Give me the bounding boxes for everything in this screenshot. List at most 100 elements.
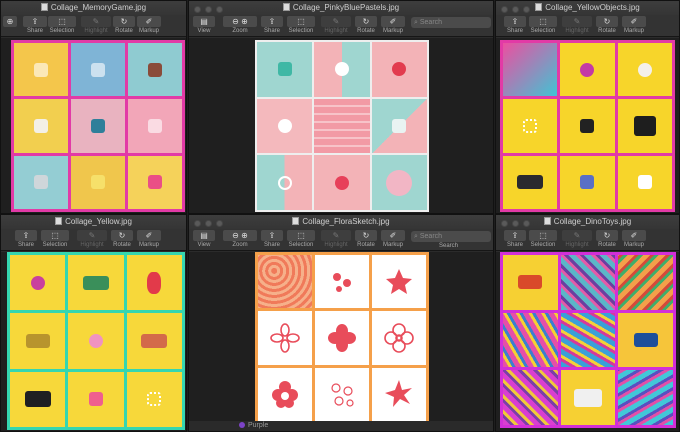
zoom-control[interactable]: ⊖ ⊕ Zoom bbox=[223, 230, 257, 248]
window-yellow: Collage_Yellow.jpg ⇪ Share ⬚ Selection ✎ Hi… bbox=[0, 214, 187, 432]
collage-tile bbox=[372, 311, 426, 365]
image-canvas bbox=[189, 252, 493, 431]
selection-button[interactable]: ⬚ Selection bbox=[287, 16, 315, 34]
rotate-button[interactable]: ↻ Rotate bbox=[596, 230, 618, 248]
minimize-button[interactable] bbox=[205, 220, 212, 227]
highlight-button[interactable]: ✎ Highlight bbox=[321, 230, 351, 248]
collage-tile bbox=[560, 155, 615, 209]
zoom-window-button[interactable] bbox=[216, 6, 223, 13]
collage-tile bbox=[10, 255, 66, 311]
close-button[interactable] bbox=[501, 6, 508, 13]
close-button[interactable] bbox=[194, 220, 201, 227]
highlight-button[interactable]: ✎ Highlight bbox=[562, 230, 592, 248]
share-button[interactable]: ⇪ Share bbox=[261, 230, 283, 248]
collage-tile bbox=[128, 43, 182, 97]
share-button[interactable]: ⇪ Share bbox=[261, 16, 283, 34]
rotate-button[interactable]: ↻ Rotate bbox=[113, 16, 135, 34]
window-titlebar[interactable]: Collage_Yellow.jpg bbox=[1, 215, 186, 229]
close-button[interactable] bbox=[501, 220, 508, 227]
collage-tile bbox=[257, 42, 313, 97]
window-titlebar[interactable]: Collage_YellowObjects.jpg bbox=[496, 1, 679, 15]
selection-icon: ⬚ bbox=[529, 16, 557, 27]
flower-icon bbox=[270, 323, 300, 353]
share-button[interactable]: ⇪ Share bbox=[23, 16, 47, 34]
collage-tile bbox=[128, 99, 182, 153]
view-button[interactable]: ▤ View bbox=[193, 16, 215, 34]
markup-button[interactable]: ✐ Markup bbox=[381, 230, 405, 248]
selection-icon: ⬚ bbox=[529, 230, 557, 241]
collage-tile bbox=[371, 42, 427, 97]
zoom-window-button[interactable] bbox=[523, 6, 530, 13]
share-button[interactable]: ⇪ Share bbox=[504, 230, 526, 248]
selection-button[interactable]: ⬚ Selection bbox=[529, 230, 557, 248]
minimize-button[interactable] bbox=[512, 6, 519, 13]
markup-button[interactable]: ✐ Markup bbox=[137, 230, 161, 248]
rotate-icon: ↻ bbox=[355, 16, 377, 27]
collage-tile bbox=[617, 155, 672, 209]
flower-icon bbox=[328, 323, 356, 352]
rotate-icon: ↻ bbox=[113, 16, 135, 27]
highlight-button[interactable]: ✎ Highlight bbox=[562, 16, 592, 34]
selection-button[interactable]: ⬚ Selection bbox=[48, 16, 76, 34]
collage-tile bbox=[128, 155, 182, 209]
window-toolbar: ▤ View ⊖ ⊕ Zoom ⇪ Share ⬚ Selection ✎ Highlig… bbox=[189, 229, 493, 251]
pen-icon: ✎ bbox=[321, 230, 351, 241]
selection-button[interactable]: ⬚ Selection bbox=[529, 16, 557, 34]
collage-tile bbox=[10, 371, 66, 427]
collage-image bbox=[7, 252, 185, 430]
rotate-button[interactable]: ↻ Rotate bbox=[596, 16, 618, 34]
window-title: Collage_Yellow.jpg bbox=[65, 217, 132, 226]
share-button[interactable]: ⇪ Share bbox=[504, 16, 526, 34]
collage-tile bbox=[618, 255, 673, 310]
collage-tile bbox=[503, 155, 558, 209]
collage-tile bbox=[371, 155, 427, 210]
selection-icon: ⬚ bbox=[41, 230, 69, 241]
share-button[interactable]: ⇪ Share bbox=[15, 230, 37, 248]
zoom-in-button[interactable]: ⊕ bbox=[3, 16, 17, 28]
image-canvas bbox=[189, 38, 493, 213]
search-field[interactable]: ⌕ Search bbox=[411, 17, 491, 28]
collage-tile bbox=[503, 99, 558, 153]
window-titlebar[interactable]: Collage_FloraSketch.jpg bbox=[189, 215, 493, 229]
selection-button[interactable]: ⬚ Selection bbox=[287, 230, 315, 248]
collage-tile bbox=[314, 42, 370, 97]
window-title: Collage_YellowObjects.jpg bbox=[545, 3, 640, 12]
collage-tile bbox=[503, 370, 558, 425]
zoom-window-button[interactable] bbox=[216, 220, 223, 227]
zoom-control[interactable]: ⊖ ⊕ Zoom bbox=[223, 16, 257, 34]
markup-button[interactable]: ✐ Markup bbox=[381, 16, 405, 34]
zoom-icons: ⊖ ⊕ bbox=[223, 230, 257, 241]
search-field[interactable]: ⌕ Search bbox=[411, 231, 491, 242]
window-titlebar[interactable]: Collage_PinkyBluePastels.jpg bbox=[189, 1, 493, 15]
collage-tile bbox=[14, 99, 68, 153]
markup-button[interactable]: ✐ Markup bbox=[622, 230, 646, 248]
rotate-button[interactable]: ↻ Rotate bbox=[355, 230, 377, 248]
markup-button[interactable]: ✐ Markup bbox=[137, 16, 161, 34]
markup-button[interactable]: ✐ Markup bbox=[622, 16, 646, 34]
share-icon: ⇪ bbox=[261, 16, 283, 27]
window-titlebar[interactable]: Collage_MemoryGame.jpg bbox=[1, 1, 186, 15]
minimize-button[interactable] bbox=[512, 220, 519, 227]
highlight-button[interactable]: ✎ Highlight bbox=[77, 230, 107, 248]
collage-tile bbox=[314, 155, 370, 210]
window-titlebar[interactable]: Collage_DinoToys.jpg bbox=[496, 215, 679, 229]
rotate-button[interactable]: ↻ Rotate bbox=[355, 16, 377, 34]
selection-icon: ⬚ bbox=[48, 16, 76, 27]
selection-button[interactable]: ⬚ Selection bbox=[41, 230, 69, 248]
highlight-button[interactable]: ✎ Highlight bbox=[81, 16, 111, 34]
collage-tile bbox=[258, 367, 312, 421]
zoom-window-button[interactable] bbox=[523, 220, 530, 227]
pen-icon: ✎ bbox=[321, 16, 351, 27]
highlight-button[interactable]: ✎ Highlight bbox=[321, 16, 351, 34]
share-icon: ⇪ bbox=[504, 230, 526, 241]
color-tag-icon bbox=[239, 422, 245, 428]
close-button[interactable] bbox=[194, 6, 201, 13]
document-icon bbox=[535, 3, 543, 11]
collage-tile bbox=[14, 155, 68, 209]
share-icon: ⇪ bbox=[15, 230, 37, 241]
rotate-icon: ↻ bbox=[596, 16, 618, 27]
collage-tile bbox=[71, 43, 125, 97]
rotate-button[interactable]: ↻ Rotate bbox=[111, 230, 133, 248]
view-button[interactable]: ▤ View bbox=[193, 230, 215, 248]
minimize-button[interactable] bbox=[205, 6, 212, 13]
